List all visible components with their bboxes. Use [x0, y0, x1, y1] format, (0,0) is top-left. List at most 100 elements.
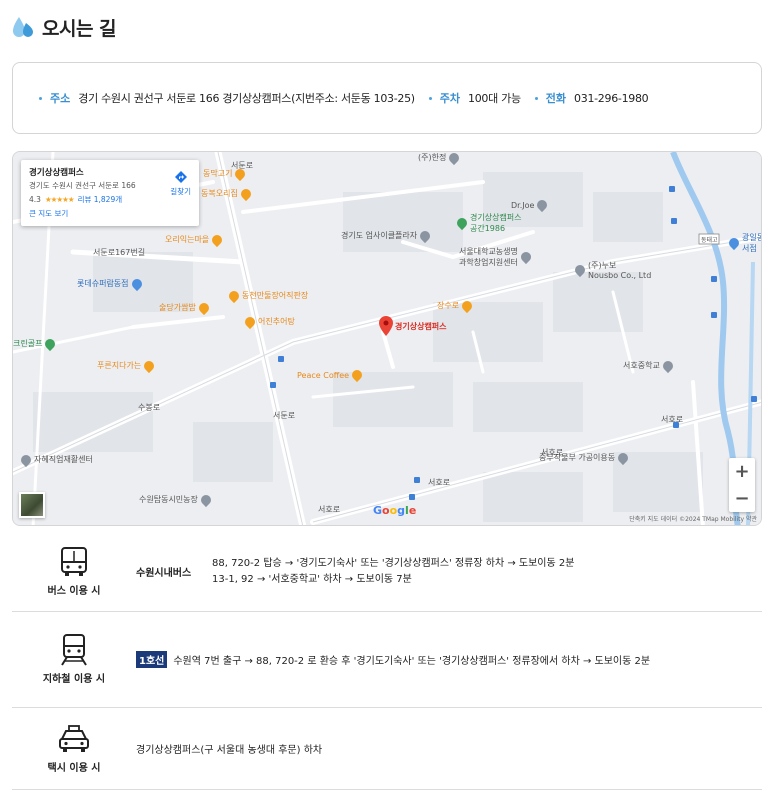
- map-pin-icon: [418, 228, 433, 243]
- embedded-map[interactable]: 경기상상캠퍼스 경기도 수원시 권선구 서둔로 166 4.3 ★★★★★ 리뷰…: [12, 151, 762, 526]
- map-poi[interactable]: 동막고기: [203, 166, 248, 181]
- bus-stop-label: 동태고: [701, 237, 718, 244]
- address-info: 주소 경기 수원시 권선구 서둔로 166 경기상상캠퍼스(지번주소: 서둔동 …: [39, 90, 415, 106]
- restaurant-icon: [196, 300, 211, 315]
- drop-icon: [12, 15, 34, 39]
- map-poi[interactable]: 서울대학교농생명 과학창업지원센터: [459, 246, 534, 268]
- map-pin-icon: [535, 197, 550, 213]
- taxi-info: 경기상상캠퍼스(구 서울대 농생대 후문) 하차: [136, 741, 762, 756]
- map-poi[interactable]: 장수로: [437, 298, 475, 313]
- map-poi[interactable]: 서호중학교: [623, 358, 676, 373]
- map-poi[interactable]: Dr.Joe: [511, 197, 550, 213]
- bus-label: 버스 이용 시: [47, 586, 101, 597]
- place-card-name: 경기상상캠퍼스: [29, 168, 84, 178]
- view-larger-map-link[interactable]: 큰 지도 보기: [29, 208, 191, 219]
- subway-route: 수원역 7번 출구 → 88, 720-2 로 환승 후 '경기도기숙사' 또는…: [173, 656, 651, 667]
- poi-label: 동복오리집: [201, 189, 238, 198]
- map-pin-icon: [518, 249, 533, 265]
- poi-label: 롯데슈퍼람동점: [77, 279, 129, 288]
- location-marker[interactable]: 경기상상캠퍼스: [379, 316, 447, 336]
- map-poi[interactable]: 동복오리집: [201, 186, 254, 201]
- contact-info-box: 주소 경기 수원시 권선구 서둔로 166 경기상상캠퍼스(지번주소: 서둔동 …: [12, 62, 762, 134]
- bus-info: 수원시내버스 88, 720-2 탑승 → '경기도기숙사' 또는 '경기상상캠…: [136, 556, 762, 588]
- phone-label: 전화: [545, 92, 567, 105]
- directions-button[interactable]: 길찾기: [170, 170, 191, 197]
- page-title-row: 오시는 길: [12, 12, 117, 42]
- map-poi[interactable]: 경기도 업사이클플라자: [341, 228, 433, 243]
- place-card-reviews-link[interactable]: 리뷰 1,829개: [78, 194, 123, 205]
- cafe-icon: [349, 367, 365, 383]
- directions-icon: [174, 171, 187, 183]
- poi-label: 오리익는마을: [165, 235, 210, 244]
- subway-info: 1호선 수원역 7번 출구 → 88, 720-2 로 환승 후 '경기도기숙사…: [136, 651, 762, 668]
- poi-label: 어진추어탕: [258, 317, 295, 326]
- place-card-rating: 4.3: [29, 195, 41, 204]
- map-poi[interactable]: 술당가쌈밥: [159, 300, 212, 315]
- bus-icon-col: 버스 이용 시: [12, 546, 136, 597]
- map-poi[interactable]: 동천만둘장어직판장: [226, 288, 309, 303]
- restaurant-icon: [238, 186, 253, 201]
- poi-label: 자혜직업재활센터: [34, 455, 93, 464]
- map-poi[interactable]: 오리익는마을: [165, 232, 225, 247]
- google-logo: Google: [373, 504, 417, 517]
- satellite-toggle-button[interactable]: [19, 492, 45, 518]
- subway-icon-col: 지하철 이용 시: [12, 634, 136, 685]
- poi-label: Peace Coffee: [297, 370, 350, 380]
- map-attribution: 단축키 지도 데이터 ©2024 TMap Mobility 약관: [629, 516, 757, 523]
- poi-label: Dr.Joe: [511, 200, 535, 210]
- poi-label: 서호중학교: [623, 361, 660, 370]
- poi-label: 광일동 서점: [742, 233, 762, 253]
- poi-label: 동천만둘장어직판장: [242, 291, 309, 300]
- poi-label: (주)누보 Nousbo Co., Ltd: [588, 261, 652, 280]
- poi-label: 동막고기: [203, 169, 233, 178]
- line-badge: 1호선: [136, 651, 168, 668]
- map-poi[interactable]: 어진추어탕: [242, 314, 295, 329]
- poi-label: 수원탑동시민농장: [139, 495, 198, 504]
- poi-label: (주)한정: [418, 153, 447, 162]
- poi-label: 경기상상캠퍼스 공간1986: [470, 213, 522, 233]
- parking-value: 100대 가능: [468, 92, 521, 105]
- poi-label: 서울대학교농생명 과학창업지원센터: [459, 247, 518, 267]
- place-card-address: 경기도 수원시 권선구 서둔로 166: [29, 181, 136, 190]
- place-card-rating-row: 4.3 ★★★★★ 리뷰 1,829개: [29, 194, 191, 205]
- taxi-label: 택시 이용 시: [47, 763, 101, 774]
- road-label: 서호로: [661, 415, 684, 424]
- star-rating-icon: ★★★★★: [44, 195, 75, 204]
- zoom-out-button[interactable]: −: [734, 489, 749, 508]
- map-poi[interactable]: (주)누보 Nousbo Co., Ltd: [572, 260, 652, 280]
- address-value: 경기 수원시 권선구 서둔로 166 경기상상캠퍼스(지번주소: 서둔동 103…: [78, 92, 415, 105]
- marker-label: 경기상상캠퍼스: [395, 321, 447, 331]
- bus-route-line: 88, 720-2 탑승 → '경기도기숙사' 또는 '경기상상캠퍼스' 정류장…: [212, 557, 575, 569]
- map-poi[interactable]: Peace Coffee: [297, 367, 365, 383]
- taxi-icon-col: 택시 이용 시: [12, 723, 136, 774]
- road-label: 서둔로: [273, 411, 296, 420]
- bullet-icon: [428, 96, 432, 100]
- map-poi[interactable]: 광일동 서점: [726, 232, 762, 254]
- map-poi[interactable]: 자혜직업재활센터: [18, 452, 93, 467]
- poi-label: 푸른지다가는: [97, 361, 142, 370]
- map-pin-icon: [18, 452, 34, 467]
- map-pin-icon: [726, 235, 742, 251]
- school-icon: [660, 358, 675, 373]
- map-poi[interactable]: 푸른지다가는: [97, 358, 157, 373]
- map-poi[interactable]: (주)한정: [418, 152, 462, 165]
- shopping-icon: [129, 276, 144, 291]
- map-pin-icon: [43, 336, 58, 351]
- restaurant-icon: [233, 166, 248, 181]
- poi-label: 장수로: [437, 301, 460, 310]
- taxi-icon: [59, 725, 89, 752]
- map-poi[interactable]: 크린골프: [13, 336, 58, 351]
- zoom-in-button[interactable]: +: [734, 462, 749, 481]
- phone-value[interactable]: 031-296-1980: [574, 92, 649, 105]
- subway-label: 지하철 이용 시: [42, 674, 106, 685]
- map-poi[interactable]: 중부작물부 가공이용동: [539, 450, 631, 465]
- road-label: 서호로: [428, 478, 451, 487]
- bus-section: 버스 이용 시 수원시내버스 88, 720-2 탑승 → '경기도기숙사' 또…: [12, 532, 762, 612]
- map-poi[interactable]: 경기상상캠퍼스 공간1986: [454, 212, 522, 234]
- map-poi[interactable]: 수원탑동시민농장: [139, 492, 214, 507]
- restaurant-icon: [460, 298, 475, 313]
- map-marker-icon: [379, 316, 393, 336]
- taxi-section: 택시 이용 시 경기상상캠퍼스(구 서울대 농생대 후문) 하차: [12, 708, 762, 790]
- map-poi[interactable]: 롯데슈퍼람동점: [77, 276, 145, 291]
- subway-section: 지하철 이용 시 1호선 수원역 7번 출구 → 88, 720-2 로 환승 …: [12, 612, 762, 708]
